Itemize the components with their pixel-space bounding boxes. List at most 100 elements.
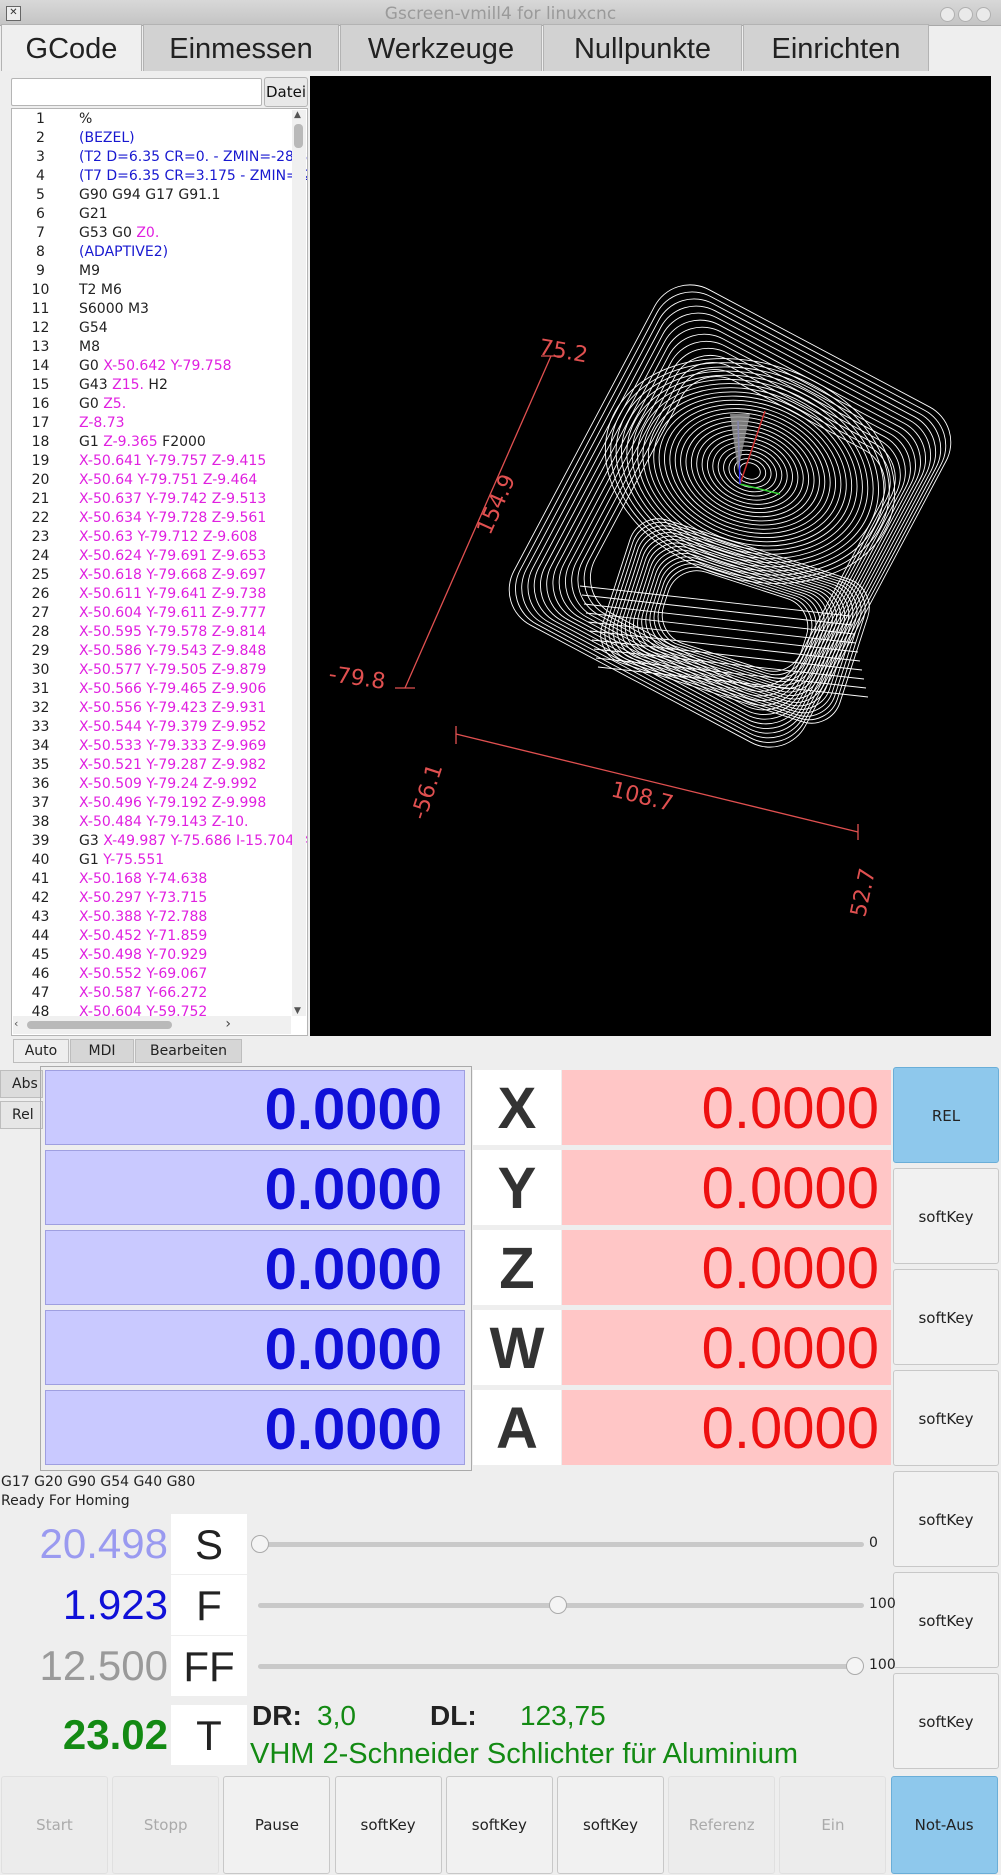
override-slider-handle[interactable] xyxy=(251,1535,269,1553)
gcode-line[interactable]: 28 X-50.595 Y-79.578 Z-9.814 xyxy=(12,623,292,642)
gcode-line-text: X-50.604 Y-79.611 Z-9.777 xyxy=(79,604,266,623)
action-button-stopp-1[interactable]: Stopp xyxy=(112,1776,220,1874)
minimize-icon[interactable] xyxy=(940,7,955,22)
action-button-ein-7[interactable]: Ein xyxy=(779,1776,887,1874)
gcode-line[interactable]: 6 G21 xyxy=(12,205,292,224)
gcode-token: G3 xyxy=(79,833,104,849)
action-button-softkey-5[interactable]: softKey xyxy=(557,1776,664,1874)
gcode-token: (BEZEL) xyxy=(79,130,135,146)
gcode-line[interactable]: 24 X-50.624 Y-79.691 Z-9.653 xyxy=(12,547,292,566)
gcode-line[interactable]: 36 X-50.509 Y-79.24 Z-9.992 xyxy=(12,775,292,794)
gcode-line[interactable]: 10 T2 M6 xyxy=(12,281,292,300)
scroll-up-icon[interactable]: ▲ xyxy=(294,110,301,120)
gcode-line[interactable]: 2 (BEZEL) xyxy=(12,129,292,148)
gcode-line[interactable]: 16 G0 Z5. xyxy=(12,395,292,414)
gcode-line[interactable]: 32 X-50.556 Y-79.423 Z-9.931 xyxy=(12,699,292,718)
gcode-line[interactable]: 27 X-50.604 Y-79.611 Z-9.777 xyxy=(12,604,292,623)
gcode-line[interactable]: 8 (ADAPTIVE2) xyxy=(12,243,292,262)
tab-auto[interactable]: Auto xyxy=(13,1039,69,1063)
dim-top-depth: 75.2 xyxy=(537,335,590,368)
gcode-line[interactable]: 20 X-50.64 Y-79.751 Z-9.464 xyxy=(12,471,292,490)
tab-nullpunkte[interactable]: Nullpunkte xyxy=(543,24,742,71)
action-button-softkey-3[interactable]: softKey xyxy=(334,1776,442,1874)
override-slider-handle[interactable] xyxy=(548,1596,567,1614)
tab-mdi[interactable]: MDI xyxy=(70,1039,134,1063)
gcode-vertical-scrollbar[interactable]: ▲ ▼ xyxy=(292,110,306,1016)
gcode-line-text: M9 xyxy=(79,262,100,281)
abs-coords-button[interactable]: Abs xyxy=(0,1070,43,1098)
gcode-line[interactable]: 33 X-50.544 Y-79.379 Z-9.952 xyxy=(12,718,292,737)
tab-einmessen[interactable]: Einmessen xyxy=(143,24,339,71)
action-button-not-aus-8[interactable]: Not-Aus xyxy=(890,1776,998,1874)
gcode-line[interactable]: 37 X-50.496 Y-79.192 Z-9.998 xyxy=(12,794,292,813)
gcode-line[interactable]: 21 X-50.637 Y-79.742 Z-9.513 xyxy=(12,490,292,509)
tab-bearbeiten[interactable]: Bearbeiten xyxy=(135,1039,242,1063)
gcode-line[interactable]: 25 X-50.618 Y-79.668 Z-9.697 xyxy=(12,566,292,585)
softkey-2[interactable]: softKey xyxy=(893,1269,999,1365)
scroll-right-icon[interactable]: › xyxy=(225,1016,231,1032)
softkey-1[interactable]: softKey xyxy=(893,1168,999,1264)
gcode-line[interactable]: 40 G1 Y-75.551 xyxy=(12,851,292,870)
override-slider-s[interactable] xyxy=(258,1542,864,1547)
gcode-line[interactable]: 11 S6000 M3 xyxy=(12,300,292,319)
gcode-line[interactable]: 4 (T7 D=6.35 CR=3.175 - ZMIN=-2 xyxy=(12,167,307,186)
gcode-line[interactable]: 38 X-50.484 Y-79.143 Z-10. xyxy=(12,813,292,832)
gcode-line[interactable]: 42 X-50.297 Y-73.715 xyxy=(12,889,292,908)
gcode-line[interactable]: 43 X-50.388 Y-72.788 xyxy=(12,908,292,927)
gcode-listing[interactable]: 1% 2 (BEZEL) 3 (T2 D=6.35 CR=0. - ZMIN=-28.8… xyxy=(11,108,308,1036)
softkey-3[interactable]: softKey xyxy=(893,1370,999,1466)
override-slider-handle[interactable] xyxy=(846,1657,864,1675)
gcode-line[interactable]: 31 X-50.566 Y-79.465 Z-9.906 xyxy=(12,680,292,699)
action-button-start-0[interactable]: Start xyxy=(1,1776,108,1874)
rel-coords-button[interactable]: Rel xyxy=(0,1101,43,1129)
softkey-6[interactable]: softKey xyxy=(893,1673,999,1769)
gcode-line[interactable]: 14 G0 X-50.642 Y-79.758 xyxy=(12,357,292,376)
override-value-f: 1.923 xyxy=(62,1581,168,1628)
gcode-line[interactable]: 39 G3 X-49.987 Y-75.686 I-15.704 J4 xyxy=(12,832,307,851)
gcode-line[interactable]: 30 X-50.577 Y-79.505 Z-9.879 xyxy=(12,661,292,680)
action-button-pause-2[interactable]: Pause xyxy=(223,1776,331,1874)
gcode-line-text: X-50.634 Y-79.728 Z-9.561 xyxy=(79,509,266,528)
tab-werkzeuge[interactable]: Werkzeuge xyxy=(340,24,542,71)
gcode-line[interactable]: 3 (T2 D=6.35 CR=0. - ZMIN=-28.85 xyxy=(12,148,307,167)
scroll-down-icon[interactable]: ▼ xyxy=(294,1006,301,1016)
tab-einrichten[interactable]: Einrichten xyxy=(743,24,929,71)
close-icon[interactable] xyxy=(976,7,991,22)
gcode-line[interactable]: 46 X-50.552 Y-69.067 xyxy=(12,965,292,984)
gcode-line[interactable]: 17 Z-8.73 xyxy=(12,414,292,433)
gcode-line[interactable]: 19 X-50.641 Y-79.757 Z-9.415 xyxy=(12,452,292,471)
file-path-input[interactable] xyxy=(11,78,262,106)
gcode-line[interactable]: 12 G54 xyxy=(12,319,292,338)
scroll-left-icon[interactable]: ‹ xyxy=(14,1017,18,1030)
gcode-line-text: X-50.509 Y-79.24 Z-9.992 xyxy=(79,775,257,794)
gcode-line[interactable]: 41 X-50.168 Y-74.638 xyxy=(12,870,292,889)
tab-gcode[interactable]: GCode xyxy=(1,24,142,71)
gcode-line[interactable]: 9 M9 xyxy=(12,262,292,281)
toolpath-preview[interactable]: 75.2 154.9 -79.8 -56.1 108.7 52.7 xyxy=(310,76,991,1036)
gcode-line[interactable]: 26 X-50.611 Y-79.641 Z-9.738 xyxy=(12,585,292,604)
action-button-referenz-6[interactable]: Referenz xyxy=(668,1776,776,1874)
gcode-line[interactable]: 15 G43 Z15. H2 xyxy=(12,376,292,395)
rel-softkey[interactable]: REL xyxy=(893,1067,999,1163)
gcode-line[interactable]: 47 X-50.587 Y-66.272 xyxy=(12,984,292,1003)
gcode-line[interactable]: 34 X-50.533 Y-79.333 Z-9.969 xyxy=(12,737,292,756)
gcode-vertical-scroll-thumb[interactable] xyxy=(294,124,303,148)
gcode-line[interactable]: 44 X-50.452 Y-71.859 xyxy=(12,927,292,946)
gcode-line[interactable]: 18 G1 Z-9.365 F2000 xyxy=(12,433,292,452)
gcode-line[interactable]: 13 M8 xyxy=(12,338,292,357)
gcode-line[interactable]: 5 G90 G94 G17 G91.1 xyxy=(12,186,292,205)
maximize-icon[interactable] xyxy=(958,7,973,22)
action-button-softkey-4[interactable]: softKey xyxy=(445,1776,553,1874)
gcode-line[interactable]: 45 X-50.498 Y-70.929 xyxy=(12,946,292,965)
open-file-button[interactable]: Datei xyxy=(264,77,308,107)
override-slider-ff[interactable] xyxy=(258,1664,864,1669)
gcode-line[interactable]: 29 X-50.586 Y-79.543 Z-9.848 xyxy=(12,642,292,661)
gcode-line[interactable]: 35 X-50.521 Y-79.287 Z-9.982 xyxy=(12,756,292,775)
gcode-horizontal-scroll-thumb[interactable] xyxy=(27,1021,172,1029)
gcode-token: X-50.521 Y-79.287 Z-9.982 xyxy=(79,757,267,773)
softkey-5[interactable]: softKey xyxy=(893,1572,999,1668)
gcode-line[interactable]: 1% xyxy=(12,110,292,129)
gcode-line[interactable]: 23 X-50.63 Y-79.712 Z-9.608 xyxy=(12,528,292,547)
gcode-line[interactable]: 7 G53 G0 Z0. xyxy=(12,224,292,243)
gcode-line[interactable]: 22 X-50.634 Y-79.728 Z-9.561 xyxy=(12,509,292,528)
